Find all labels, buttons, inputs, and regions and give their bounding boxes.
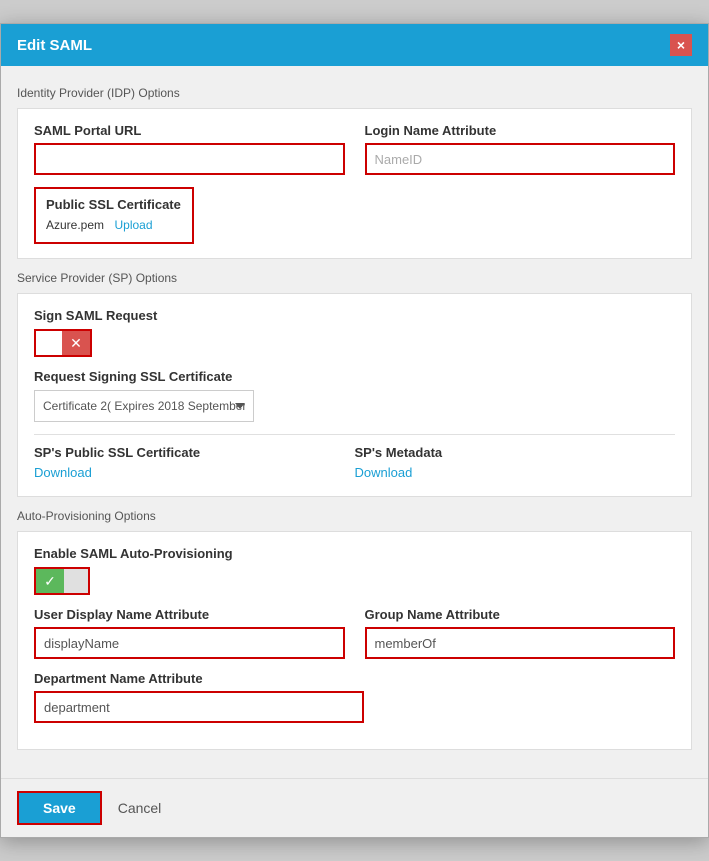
metadata-download[interactable]: Download [355,465,413,480]
idp-section-label: Identity Provider (IDP) Options [17,86,692,100]
public-cert-col: SP's Public SSL Certificate Download [34,445,355,482]
login-name-label: Login Name Attribute [365,123,676,138]
metadata-label: SP's Metadata [355,445,676,460]
sp-links-row: SP's Public SSL Certificate Download SP'… [34,445,675,482]
department-input[interactable] [34,691,364,723]
enable-auto-section: Enable SAML Auto-Provisioning ✓ [34,546,675,595]
login-name-input[interactable] [365,143,676,175]
auto-toggle-on-part: ✓ [36,569,64,593]
group-name-label: Group Name Attribute [365,607,676,622]
ssl-cert-box: Public SSL Certificate Azure.pem Upload [34,187,194,244]
upload-link[interactable]: Upload [114,218,152,232]
modal-body: Identity Provider (IDP) Options SAML Por… [1,66,708,778]
department-label: Department Name Attribute [34,671,364,686]
group-name-group: Group Name Attribute [365,607,676,659]
save-button[interactable]: Save [17,791,102,825]
user-display-input[interactable] [34,627,345,659]
idp-top-row: SAML Portal URL Login Name Attribute [34,123,675,175]
close-button[interactable]: × [670,34,692,56]
saml-url-label: SAML Portal URL [34,123,345,138]
modal-footer: Save Cancel [1,778,708,837]
auto-section-label: Auto-Provisioning Options [17,509,692,523]
sign-request-toggle[interactable]: ✕ [34,329,92,357]
sign-request-section: Sign SAML Request ✕ [34,308,675,357]
request-signing-label: Request Signing SSL Certificate [34,369,675,384]
sp-section-label: Service Provider (SP) Options [17,271,692,285]
modal-title: Edit SAML [17,37,92,54]
saml-url-input[interactable] [34,143,345,175]
enable-auto-label: Enable SAML Auto-Provisioning [34,546,675,561]
idp-section-box: SAML Portal URL Login Name Attribute Pub… [17,108,692,259]
edit-saml-modal: Edit SAML × Identity Provider (IDP) Opti… [0,23,709,838]
cancel-button[interactable]: Cancel [118,800,162,816]
saml-url-group: SAML Portal URL [34,123,345,175]
request-signing-select[interactable]: Certificate 2( Expires 2018 September ) [34,390,254,422]
attribute-row-1: User Display Name Attribute Group Name A… [34,607,675,659]
toggle-on-part [36,331,62,355]
department-group: Department Name Attribute [34,671,364,723]
public-cert-download[interactable]: Download [34,465,92,480]
cert-filename: Azure.pem [46,218,104,232]
sign-request-label: Sign SAML Request [34,308,675,323]
enable-auto-toggle[interactable]: ✓ [34,567,90,595]
divider [34,434,675,435]
user-display-group: User Display Name Attribute [34,607,345,659]
toggle-off-part: ✕ [62,331,90,355]
group-name-input[interactable] [365,627,676,659]
auto-toggle-off-part [64,569,88,593]
modal-header: Edit SAML × [1,24,708,66]
auto-section-box: Enable SAML Auto-Provisioning ✓ User Dis… [17,531,692,750]
request-signing-section: Request Signing SSL Certificate Certific… [34,369,675,422]
public-cert-label: SP's Public SSL Certificate [34,445,355,460]
metadata-col: SP's Metadata Download [355,445,676,482]
ssl-cert-label: Public SSL Certificate [46,197,182,212]
attribute-row-2: Department Name Attribute [34,671,675,723]
sp-section-box: Sign SAML Request ✕ Request Signing SSL … [17,293,692,497]
login-name-group: Login Name Attribute [365,123,676,175]
user-display-label: User Display Name Attribute [34,607,345,622]
